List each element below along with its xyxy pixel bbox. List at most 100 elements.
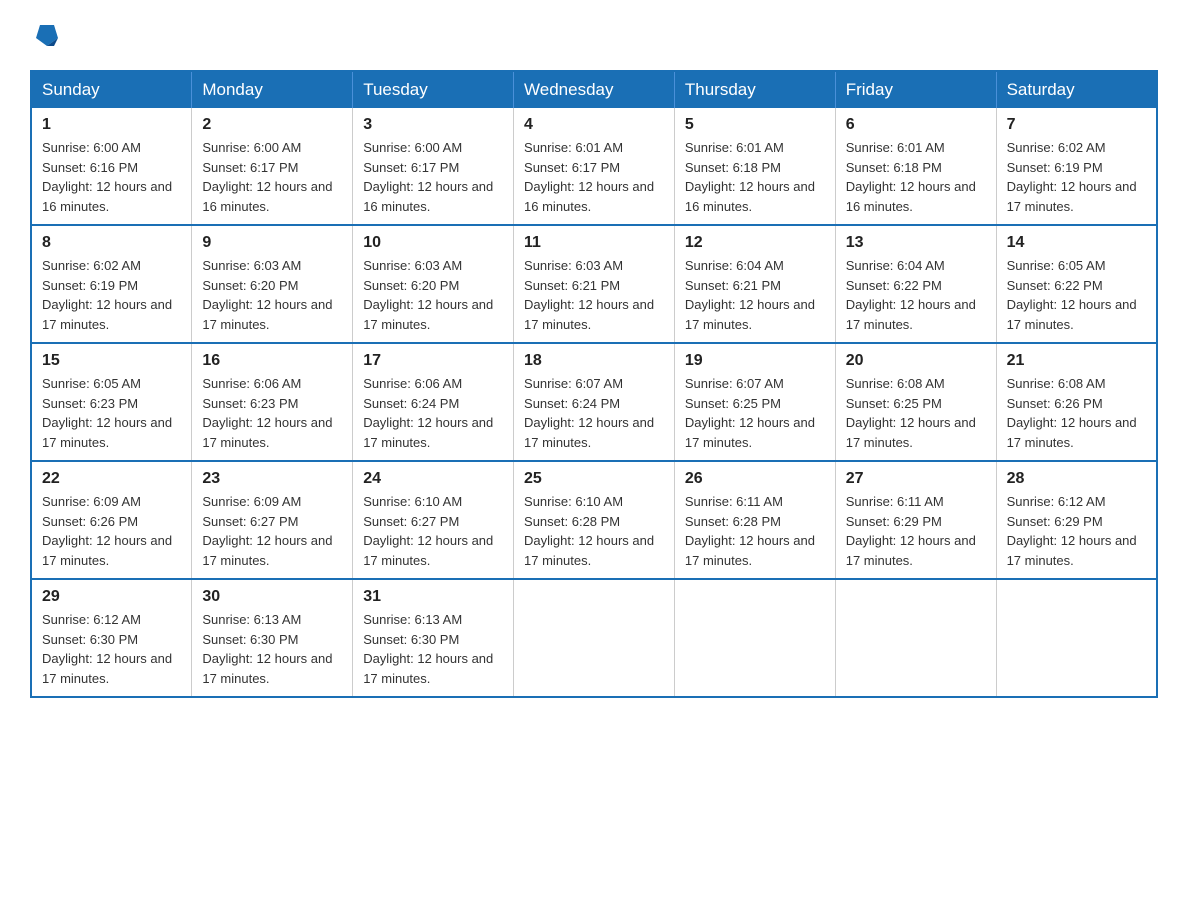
day-info: Sunrise: 6:05 AM Sunset: 6:22 PM Dayligh… — [1007, 256, 1146, 334]
day-number: 19 — [685, 352, 825, 370]
day-number: 11 — [524, 234, 664, 252]
calendar-week-row: 22 Sunrise: 6:09 AM Sunset: 6:26 PM Dayl… — [31, 461, 1157, 579]
day-number: 10 — [363, 234, 503, 252]
page-header — [30, 20, 1158, 50]
day-number: 4 — [524, 116, 664, 134]
calendar-cell: 27 Sunrise: 6:11 AM Sunset: 6:29 PM Dayl… — [835, 461, 996, 579]
calendar-cell: 5 Sunrise: 6:01 AM Sunset: 6:18 PM Dayli… — [674, 108, 835, 225]
day-info: Sunrise: 6:04 AM Sunset: 6:21 PM Dayligh… — [685, 256, 825, 334]
calendar-cell: 14 Sunrise: 6:05 AM Sunset: 6:22 PM Dayl… — [996, 225, 1157, 343]
day-number: 18 — [524, 352, 664, 370]
day-number: 28 — [1007, 470, 1146, 488]
calendar-cell: 22 Sunrise: 6:09 AM Sunset: 6:26 PM Dayl… — [31, 461, 192, 579]
day-info: Sunrise: 6:09 AM Sunset: 6:27 PM Dayligh… — [202, 492, 342, 570]
calendar-header-saturday: Saturday — [996, 71, 1157, 108]
calendar-cell: 25 Sunrise: 6:10 AM Sunset: 6:28 PM Dayl… — [514, 461, 675, 579]
calendar-cell: 19 Sunrise: 6:07 AM Sunset: 6:25 PM Dayl… — [674, 343, 835, 461]
day-number: 31 — [363, 588, 503, 606]
day-info: Sunrise: 6:12 AM Sunset: 6:30 PM Dayligh… — [42, 610, 181, 688]
day-number: 30 — [202, 588, 342, 606]
day-info: Sunrise: 6:11 AM Sunset: 6:29 PM Dayligh… — [846, 492, 986, 570]
day-info: Sunrise: 6:03 AM Sunset: 6:21 PM Dayligh… — [524, 256, 664, 334]
day-info: Sunrise: 6:03 AM Sunset: 6:20 PM Dayligh… — [202, 256, 342, 334]
calendar-cell: 21 Sunrise: 6:08 AM Sunset: 6:26 PM Dayl… — [996, 343, 1157, 461]
day-number: 21 — [1007, 352, 1146, 370]
calendar-cell: 18 Sunrise: 6:07 AM Sunset: 6:24 PM Dayl… — [514, 343, 675, 461]
day-info: Sunrise: 6:08 AM Sunset: 6:26 PM Dayligh… — [1007, 374, 1146, 452]
calendar-cell: 13 Sunrise: 6:04 AM Sunset: 6:22 PM Dayl… — [835, 225, 996, 343]
day-info: Sunrise: 6:09 AM Sunset: 6:26 PM Dayligh… — [42, 492, 181, 570]
day-number: 7 — [1007, 116, 1146, 134]
day-number: 23 — [202, 470, 342, 488]
calendar-cell: 8 Sunrise: 6:02 AM Sunset: 6:19 PM Dayli… — [31, 225, 192, 343]
day-info: Sunrise: 6:07 AM Sunset: 6:24 PM Dayligh… — [524, 374, 664, 452]
day-number: 8 — [42, 234, 181, 252]
logo — [30, 20, 42, 50]
day-number: 26 — [685, 470, 825, 488]
calendar-cell: 7 Sunrise: 6:02 AM Sunset: 6:19 PM Dayli… — [996, 108, 1157, 225]
day-info: Sunrise: 6:07 AM Sunset: 6:25 PM Dayligh… — [685, 374, 825, 452]
day-number: 22 — [42, 470, 181, 488]
calendar-cell: 1 Sunrise: 6:00 AM Sunset: 6:16 PM Dayli… — [31, 108, 192, 225]
calendar-cell: 31 Sunrise: 6:13 AM Sunset: 6:30 PM Dayl… — [353, 579, 514, 697]
logo-icon — [32, 20, 62, 50]
calendar-week-row: 29 Sunrise: 6:12 AM Sunset: 6:30 PM Dayl… — [31, 579, 1157, 697]
calendar-cell: 3 Sunrise: 6:00 AM Sunset: 6:17 PM Dayli… — [353, 108, 514, 225]
calendar-header-friday: Friday — [835, 71, 996, 108]
day-number: 25 — [524, 470, 664, 488]
day-info: Sunrise: 6:01 AM Sunset: 6:17 PM Dayligh… — [524, 138, 664, 216]
day-number: 5 — [685, 116, 825, 134]
calendar-cell: 29 Sunrise: 6:12 AM Sunset: 6:30 PM Dayl… — [31, 579, 192, 697]
calendar-table: SundayMondayTuesdayWednesdayThursdayFrid… — [30, 70, 1158, 698]
calendar-cell: 30 Sunrise: 6:13 AM Sunset: 6:30 PM Dayl… — [192, 579, 353, 697]
day-info: Sunrise: 6:03 AM Sunset: 6:20 PM Dayligh… — [363, 256, 503, 334]
day-info: Sunrise: 6:02 AM Sunset: 6:19 PM Dayligh… — [1007, 138, 1146, 216]
calendar-header-row: SundayMondayTuesdayWednesdayThursdayFrid… — [31, 71, 1157, 108]
day-number: 24 — [363, 470, 503, 488]
day-info: Sunrise: 6:13 AM Sunset: 6:30 PM Dayligh… — [363, 610, 503, 688]
day-info: Sunrise: 6:00 AM Sunset: 6:16 PM Dayligh… — [42, 138, 181, 216]
calendar-week-row: 1 Sunrise: 6:00 AM Sunset: 6:16 PM Dayli… — [31, 108, 1157, 225]
calendar-cell: 20 Sunrise: 6:08 AM Sunset: 6:25 PM Dayl… — [835, 343, 996, 461]
calendar-cell: 6 Sunrise: 6:01 AM Sunset: 6:18 PM Dayli… — [835, 108, 996, 225]
calendar-cell: 4 Sunrise: 6:01 AM Sunset: 6:17 PM Dayli… — [514, 108, 675, 225]
calendar-header-thursday: Thursday — [674, 71, 835, 108]
day-info: Sunrise: 6:01 AM Sunset: 6:18 PM Dayligh… — [685, 138, 825, 216]
calendar-header-wednesday: Wednesday — [514, 71, 675, 108]
calendar-cell: 15 Sunrise: 6:05 AM Sunset: 6:23 PM Dayl… — [31, 343, 192, 461]
calendar-cell: 9 Sunrise: 6:03 AM Sunset: 6:20 PM Dayli… — [192, 225, 353, 343]
calendar-cell — [835, 579, 996, 697]
day-number: 14 — [1007, 234, 1146, 252]
calendar-cell: 10 Sunrise: 6:03 AM Sunset: 6:20 PM Dayl… — [353, 225, 514, 343]
day-info: Sunrise: 6:11 AM Sunset: 6:28 PM Dayligh… — [685, 492, 825, 570]
day-info: Sunrise: 6:10 AM Sunset: 6:27 PM Dayligh… — [363, 492, 503, 570]
day-info: Sunrise: 6:06 AM Sunset: 6:24 PM Dayligh… — [363, 374, 503, 452]
calendar-cell: 23 Sunrise: 6:09 AM Sunset: 6:27 PM Dayl… — [192, 461, 353, 579]
day-number: 9 — [202, 234, 342, 252]
day-info: Sunrise: 6:10 AM Sunset: 6:28 PM Dayligh… — [524, 492, 664, 570]
day-number: 29 — [42, 588, 181, 606]
day-number: 15 — [42, 352, 181, 370]
calendar-week-row: 8 Sunrise: 6:02 AM Sunset: 6:19 PM Dayli… — [31, 225, 1157, 343]
day-info: Sunrise: 6:06 AM Sunset: 6:23 PM Dayligh… — [202, 374, 342, 452]
day-info: Sunrise: 6:13 AM Sunset: 6:30 PM Dayligh… — [202, 610, 342, 688]
day-info: Sunrise: 6:00 AM Sunset: 6:17 PM Dayligh… — [202, 138, 342, 216]
calendar-cell — [514, 579, 675, 697]
day-number: 3 — [363, 116, 503, 134]
day-number: 6 — [846, 116, 986, 134]
calendar-header-sunday: Sunday — [31, 71, 192, 108]
calendar-cell: 16 Sunrise: 6:06 AM Sunset: 6:23 PM Dayl… — [192, 343, 353, 461]
day-number: 13 — [846, 234, 986, 252]
calendar-week-row: 15 Sunrise: 6:05 AM Sunset: 6:23 PM Dayl… — [31, 343, 1157, 461]
calendar-cell — [996, 579, 1157, 697]
calendar-cell: 24 Sunrise: 6:10 AM Sunset: 6:27 PM Dayl… — [353, 461, 514, 579]
calendar-cell: 26 Sunrise: 6:11 AM Sunset: 6:28 PM Dayl… — [674, 461, 835, 579]
calendar-header-monday: Monday — [192, 71, 353, 108]
day-number: 12 — [685, 234, 825, 252]
day-info: Sunrise: 6:04 AM Sunset: 6:22 PM Dayligh… — [846, 256, 986, 334]
day-info: Sunrise: 6:08 AM Sunset: 6:25 PM Dayligh… — [846, 374, 986, 452]
day-number: 20 — [846, 352, 986, 370]
calendar-header-tuesday: Tuesday — [353, 71, 514, 108]
calendar-cell: 12 Sunrise: 6:04 AM Sunset: 6:21 PM Dayl… — [674, 225, 835, 343]
calendar-cell: 11 Sunrise: 6:03 AM Sunset: 6:21 PM Dayl… — [514, 225, 675, 343]
